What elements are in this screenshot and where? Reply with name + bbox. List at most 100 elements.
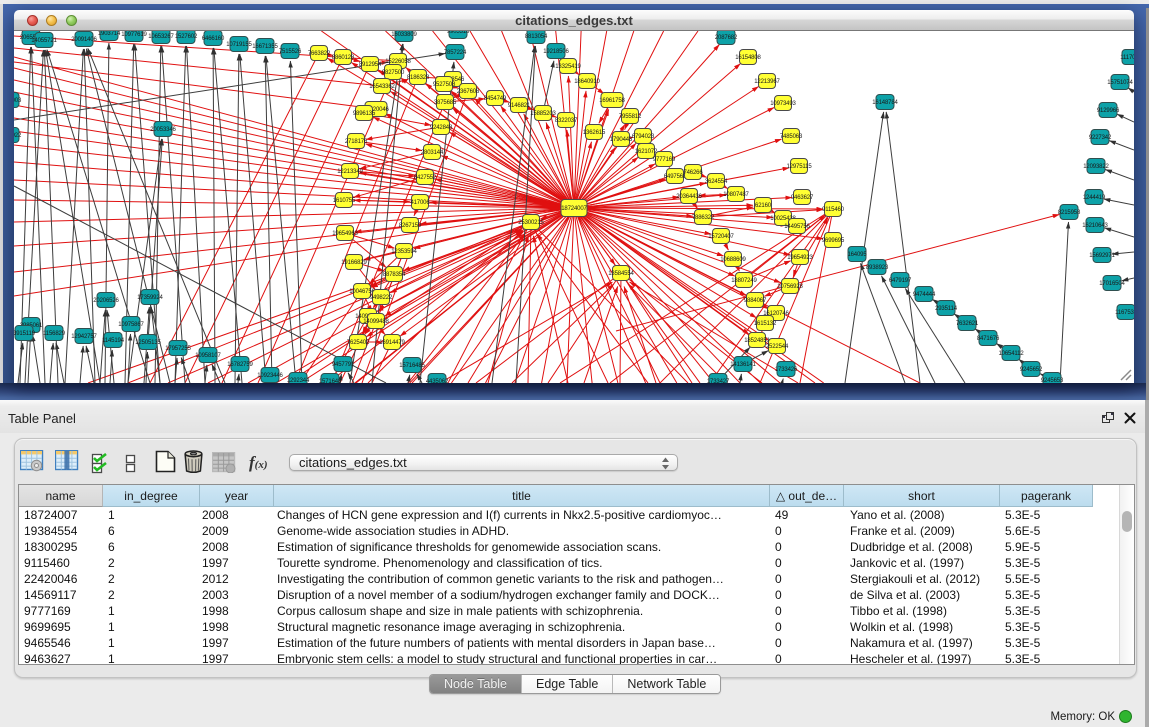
svg-text:19166829: 19166829 <box>341 260 367 266</box>
svg-text:2718176: 2718176 <box>345 139 368 145</box>
svg-text:2471003: 2471003 <box>14 98 22 104</box>
svg-text:1615132: 1615132 <box>754 321 777 327</box>
svg-text:8427552: 8427552 <box>414 175 437 181</box>
svg-text:16210643: 16210643 <box>1082 223 1108 229</box>
svg-text:9699695: 9699695 <box>822 238 845 244</box>
svg-text:6466160: 6466160 <box>202 36 225 42</box>
svg-text:1733427: 1733427 <box>707 379 730 383</box>
svg-text:1292344: 1292344 <box>287 378 310 383</box>
svg-text:1156829: 1156829 <box>43 331 66 337</box>
svg-text:16914479: 16914479 <box>379 340 405 346</box>
svg-text:16782759: 16782759 <box>227 362 253 368</box>
svg-text:1508922: 1508922 <box>14 133 22 139</box>
svg-text:9245652: 9245652 <box>1020 367 1043 373</box>
svg-text:9527508: 9527508 <box>433 82 456 88</box>
svg-text:10719155: 10719155 <box>226 42 252 48</box>
svg-text:17957255: 17957255 <box>165 346 191 352</box>
svg-text:7485063: 7485063 <box>780 134 803 140</box>
svg-text:1244419: 1244419 <box>1083 195 1106 201</box>
svg-text:8878354: 8878354 <box>383 272 406 278</box>
svg-text:8215958: 8215958 <box>1058 210 1081 216</box>
svg-text:7632621: 7632621 <box>956 321 979 327</box>
svg-text:9457791: 9457791 <box>332 362 355 368</box>
svg-text:18640910: 18640910 <box>574 79 600 85</box>
svg-text:17359924: 17359924 <box>137 295 163 301</box>
svg-text:8471676: 8471676 <box>977 336 1000 342</box>
svg-text:12353594: 12353594 <box>391 249 417 255</box>
svg-text:9129966: 9129966 <box>1097 108 1120 114</box>
svg-text:2935114: 2935114 <box>935 306 958 312</box>
svg-text:8322037: 8322037 <box>555 118 578 124</box>
svg-text:1117074: 1117074 <box>1120 55 1134 61</box>
svg-text:14099488: 14099488 <box>363 319 389 325</box>
svg-text:15692971: 15692971 <box>1089 253 1115 259</box>
svg-text:12505135: 12505135 <box>135 340 161 346</box>
svg-text:10975867: 10975867 <box>118 322 144 328</box>
svg-text:10807487: 10807487 <box>723 192 749 198</box>
svg-text:2803144: 2803144 <box>421 150 444 156</box>
svg-text:1790443: 1790443 <box>610 137 633 143</box>
svg-text:7515526: 7515526 <box>279 49 302 55</box>
svg-text:12942757: 12942757 <box>71 334 97 340</box>
svg-text:7625402: 7625402 <box>347 340 370 346</box>
svg-text:18807249: 18807249 <box>731 278 757 284</box>
svg-text:8860128: 8860128 <box>332 55 355 61</box>
svg-text:2087682: 2087682 <box>715 35 738 41</box>
svg-text:417006: 417006 <box>410 200 430 206</box>
svg-text:62160: 62160 <box>755 203 772 209</box>
svg-text:8267150: 8267150 <box>399 223 422 229</box>
svg-text:16543362: 16543362 <box>369 84 395 90</box>
svg-text:16148784: 16148784 <box>872 100 898 106</box>
svg-text:10756928: 10756928 <box>777 284 803 290</box>
svg-text:8912954: 8912954 <box>359 62 382 68</box>
svg-text:12975115: 12975115 <box>786 164 812 170</box>
svg-text:9896135: 9896135 <box>353 111 376 117</box>
svg-text:1362615: 1362615 <box>583 130 606 136</box>
svg-text:10653267: 10653267 <box>148 34 174 40</box>
svg-text:13584554: 13584554 <box>608 271 634 277</box>
svg-text:14495756: 14495756 <box>784 224 810 230</box>
svg-text:17016504: 17016504 <box>1099 281 1125 287</box>
svg-text:9474444: 9474444 <box>913 292 936 298</box>
svg-text:10958107: 10958107 <box>195 353 221 359</box>
svg-text:4435062: 4435062 <box>426 379 449 383</box>
svg-text:1903714: 1903714 <box>98 31 121 37</box>
svg-text:8938923: 8938923 <box>866 265 889 271</box>
svg-text:2522544: 2522544 <box>766 344 789 350</box>
svg-text:16154808: 16154808 <box>735 55 761 61</box>
svg-text:6479197: 6479197 <box>889 278 912 284</box>
svg-text:10973493: 10973493 <box>770 101 796 107</box>
svg-text:1610755: 1610755 <box>333 198 356 204</box>
svg-text:12213349: 12213349 <box>337 169 363 175</box>
svg-text:7955812: 7955812 <box>619 114 642 120</box>
svg-text:9884067: 9884067 <box>744 298 767 304</box>
svg-text:3915119: 3915119 <box>14 331 36 337</box>
svg-text:9115460: 9115460 <box>822 207 845 213</box>
svg-text:19218506: 19218506 <box>543 49 569 55</box>
svg-text:14055721: 14055721 <box>31 38 57 44</box>
svg-text:746266: 746266 <box>683 170 703 176</box>
svg-text:10977619: 10977619 <box>121 32 147 38</box>
svg-text:9827500: 9827500 <box>382 70 405 76</box>
svg-text:19654923: 19654923 <box>787 255 813 261</box>
svg-text:20053346: 20053346 <box>150 127 176 133</box>
svg-text:2367608: 2367608 <box>457 89 480 95</box>
svg-text:12213967: 12213967 <box>754 79 780 85</box>
svg-text:1571648: 1571648 <box>319 379 342 383</box>
svg-text:1167533: 1167533 <box>1115 310 1134 316</box>
svg-text:9242848: 9242848 <box>430 125 453 131</box>
svg-text:7857224: 7857224 <box>444 50 467 56</box>
svg-text:13325419: 13325419 <box>555 64 581 70</box>
svg-text:1145194: 1145194 <box>102 338 125 344</box>
svg-text:15751074: 15751074 <box>1107 80 1133 86</box>
svg-text:164095: 164095 <box>847 252 867 258</box>
svg-text:19654963: 19654963 <box>332 231 358 237</box>
svg-text:7663822: 7663822 <box>308 51 331 57</box>
svg-text:10654112: 10654112 <box>998 351 1024 357</box>
svg-text:15885203: 15885203 <box>530 111 556 117</box>
svg-text:12093822: 12093822 <box>1083 164 1109 170</box>
svg-text:3624554: 3624554 <box>705 179 728 185</box>
svg-text:16671355: 16671355 <box>252 44 278 50</box>
svg-text:25300215: 25300215 <box>518 220 544 226</box>
svg-text:3875685: 3875685 <box>434 100 457 106</box>
